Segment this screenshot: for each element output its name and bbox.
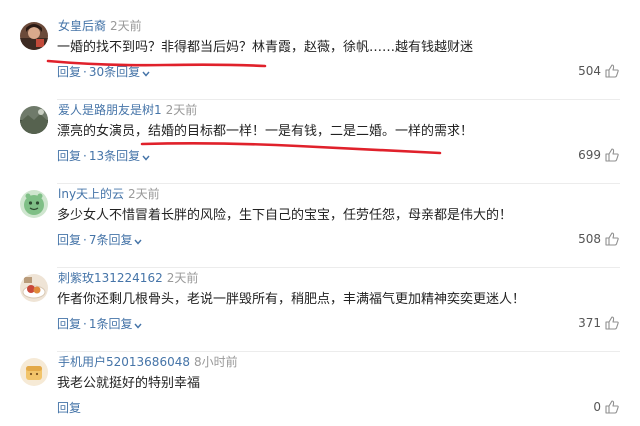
replies-count-label: 13条回复: [88, 149, 141, 163]
view-replies-button[interactable]: 1条回复: [89, 317, 143, 331]
username[interactable]: 手机用户52013686048: [58, 355, 190, 369]
separator-dot: ·: [83, 65, 87, 79]
username[interactable]: lny天上的云: [58, 187, 124, 201]
thumbs-up-icon: [605, 232, 619, 246]
like-button[interactable]: 504: [578, 62, 620, 80]
reply-button[interactable]: 回复: [57, 317, 81, 331]
replies-count-label: 1条回复: [88, 317, 133, 331]
reply-button[interactable]: 回复: [57, 149, 81, 163]
replies-count-label: 7条回复: [88, 233, 133, 247]
timestamp: 2天前: [110, 19, 142, 33]
avatar[interactable]: [20, 274, 48, 302]
username[interactable]: 刺紫玫131224162: [58, 271, 163, 285]
comment-item: 手机用户52013686048 8小时前 我老公就挺好的特别幸福 回复 0: [0, 352, 640, 426]
comment-item: 刺紫玫131224162 2天前 作者你还剩几根骨头，老说一胖毁所有，稍肥点，丰满…: [0, 268, 640, 352]
replies-count-label: 30条回复: [88, 65, 141, 79]
comment-meta: 刺紫玫131224162 2天前: [58, 270, 198, 286]
comment-text: 作者你还剩几根骨头，老说一胖毁所有，稍肥点，丰满福气更加精神奕奕更迷人！: [57, 292, 526, 307]
view-replies-button[interactable]: 30条回复: [89, 65, 150, 79]
comment-actions: 回复 · 13条回复: [57, 148, 150, 164]
timestamp: 8小时前: [193, 355, 238, 369]
comment-actions: 回复 · 1条回复: [57, 316, 143, 332]
thumbs-up-icon: [605, 148, 619, 162]
avatar-photo-landscape-icon: [20, 106, 48, 134]
comment-item: 爱人是路朋友是树1 2天前 漂亮的女演员，结婚的目标都一样！一是有钱，二是二婚。一…: [0, 100, 640, 184]
comment-text: 一婚的找不到吗？非得都当后妈？林青霞，赵薇，徐帆……越有钱越财迷: [57, 40, 474, 55]
avatar-photo-woman-icon: [20, 22, 48, 50]
chevron-down-icon: [142, 71, 150, 77]
comment-meta: lny天上的云 2天前: [58, 186, 160, 202]
view-replies-button[interactable]: 13条回复: [89, 149, 150, 163]
username[interactable]: 女皇后裔: [58, 19, 106, 33]
thumbs-up-icon: [605, 64, 619, 78]
thumbs-up-icon: [605, 400, 619, 414]
avatar[interactable]: [20, 106, 48, 134]
like-button[interactable]: 508: [578, 230, 620, 248]
like-count: 0: [593, 400, 601, 414]
like-count: 508: [578, 232, 601, 246]
red-underline-annotation: [140, 142, 442, 155]
chevron-down-icon: [142, 155, 150, 161]
timestamp: 2天前: [166, 271, 199, 285]
comment-meta: 女皇后裔 2天前: [58, 18, 142, 34]
view-replies-button[interactable]: 7条回复: [89, 233, 143, 247]
comment-text: 漂亮的女演员，结婚的目标都一样！一是有钱，二是二婚。一样的需求！: [57, 124, 474, 139]
comment-text: 多少女人不惜冒着长胖的风险，生下自己的宝宝，任劳任怨，母亲都是伟大的！: [57, 208, 513, 223]
separator-dot: ·: [83, 233, 87, 247]
reply-button[interactable]: 回复: [57, 233, 81, 247]
like-button[interactable]: 699: [578, 146, 620, 164]
like-count: 371: [578, 316, 601, 330]
comment-actions: 回复 · 30条回复: [57, 64, 150, 80]
thumbs-up-icon: [605, 316, 619, 330]
timestamp: 2天前: [128, 187, 160, 201]
avatar-default-bread-icon: [20, 358, 48, 386]
avatar[interactable]: [20, 358, 48, 386]
timestamp: 2天前: [165, 103, 198, 117]
avatar-cartoon-face-icon: [20, 190, 48, 218]
comment-actions: 回复 · 7条回复: [57, 232, 143, 248]
comment-meta: 爱人是路朋友是树1 2天前: [58, 102, 197, 118]
chevron-down-icon: [134, 323, 143, 329]
chevron-down-icon: [134, 239, 143, 245]
like-button[interactable]: 0: [593, 398, 620, 416]
comment-actions: 回复: [57, 400, 81, 416]
comment-item: 女皇后裔 2天前 一婚的找不到吗？非得都当后妈？林青霞，赵薇，徐帆……越有钱越财迷…: [0, 16, 640, 100]
comment-meta: 手机用户52013686048 8小时前: [58, 354, 238, 370]
like-button[interactable]: 371: [578, 314, 620, 332]
avatar-photo-food-icon: [20, 274, 48, 302]
avatar[interactable]: [20, 22, 48, 50]
reply-button[interactable]: 回复: [57, 65, 81, 79]
like-count: 504: [578, 64, 601, 78]
avatar[interactable]: [20, 190, 48, 218]
separator-dot: ·: [83, 317, 87, 331]
comment-item: lny天上的云 2天前 多少女人不惜冒着长胖的风险，生下自己的宝宝，任劳任怨，母亲…: [0, 184, 640, 268]
username[interactable]: 爱人是路朋友是树1: [58, 103, 162, 117]
separator-dot: ·: [83, 149, 87, 163]
like-count: 699: [578, 148, 601, 162]
reply-button[interactable]: 回复: [57, 401, 81, 415]
comment-text: 我老公就挺好的特别幸福: [57, 376, 201, 391]
